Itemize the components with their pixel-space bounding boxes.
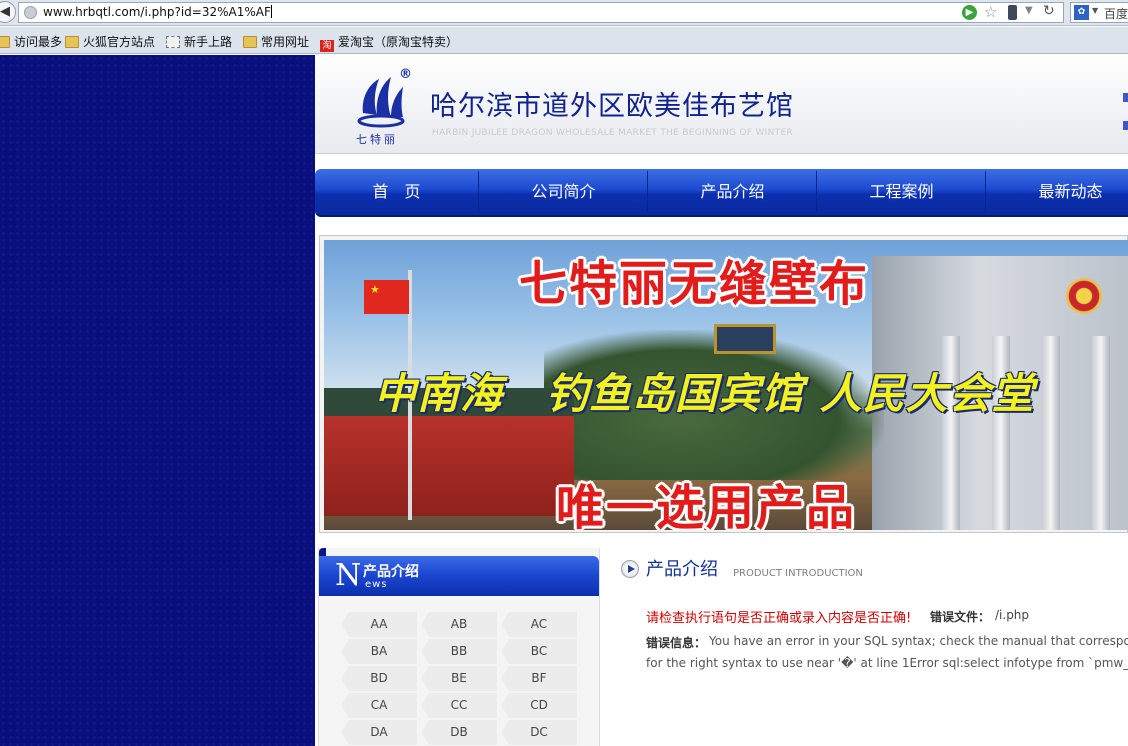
banner-slogan: 唯一选用产品 <box>556 480 857 530</box>
sidebar-title: 产品介绍 <box>363 564 419 580</box>
search-engine-name: 百度 <box>1104 7 1128 21</box>
play-bullet-icon <box>621 560 639 578</box>
error-file: /i.php <box>995 608 1030 622</box>
logo-brand-text: 七特丽 <box>356 133 398 146</box>
error-info-line2: for the right syntax to use near '�' at … <box>646 656 1128 670</box>
flag-icon: ★ <box>364 280 409 314</box>
nav-divider <box>647 171 648 213</box>
banner-frame: ★ 七特丽无缝壁布 中南海 钓鱼岛国宾馆 人民大会堂 唯一选用产品 <box>319 235 1128 533</box>
bookmark-star-icon[interactable]: ☆ <box>984 3 997 21</box>
url-text: www.hrbqtl.com/i.php?id=32%A1%AF <box>43 5 271 19</box>
logo-mark-icon <box>357 77 405 128</box>
banner-places: 中南海 钓鱼岛国宾馆 人民大会堂 <box>374 369 1035 418</box>
sidebar-header: N 产品介绍 ews <box>319 556 599 596</box>
nav-company-profile[interactable]: 公司简介 <box>480 169 647 215</box>
category-item[interactable]: AB <box>421 612 497 637</box>
red-pavilion <box>324 416 574 516</box>
bookmark-common-sites[interactable]: 常用网址 <box>243 33 309 49</box>
folder-icon <box>243 36 257 48</box>
category-item[interactable]: CD <box>501 693 577 718</box>
nav-home[interactable]: 首 页 <box>315 169 478 215</box>
site-logo[interactable]: ® 七特丽 <box>353 67 413 147</box>
nav-divider <box>816 171 817 213</box>
site-header: ® 七特丽 哈尔滨市道外区欧美佳布艺馆 HARBIN JUBILEE DRAGO… <box>315 55 1128 154</box>
category-item[interactable]: BF <box>501 666 577 691</box>
page-icon <box>166 36 180 48</box>
website: ® 七特丽 哈尔滨市道外区欧美佳布艺馆 HARBIN JUBILEE DRAGO… <box>315 55 1128 746</box>
category-item[interactable]: CC <box>421 693 497 718</box>
nav-cases[interactable]: 工程案例 <box>818 169 985 215</box>
nav-divider <box>985 171 986 213</box>
reload-icon[interactable]: ↻ <box>1043 3 1055 19</box>
error-info: You have an error in your SQL syntax; ch… <box>709 634 1128 648</box>
banner-headline: 七特丽无缝壁布 <box>519 256 870 312</box>
category-item[interactable]: DA <box>341 720 417 745</box>
category-item[interactable]: BE <box>421 666 497 691</box>
baidu-paw-icon[interactable]: ✿ <box>1074 5 1089 20</box>
history-dropdown-icon[interactable]: ▼ <box>1025 5 1033 16</box>
error-message: 请检查执行语句是否正确或录入内容是否正确! <box>646 611 912 626</box>
bookmarks-toolbar: 访问最多 火狐官方站点 新手上路 常用网址 淘爱淘宝（原淘宝特卖） <box>0 27 1128 54</box>
category-item[interactable]: BB <box>421 639 497 664</box>
registered-mark: ® <box>399 67 412 82</box>
go-icon[interactable]: ▶ <box>962 5 977 20</box>
bookmark-aitaobao[interactable]: 淘爱淘宝（原淘宝特卖） <box>320 33 458 52</box>
site-identity-icon[interactable] <box>24 6 37 19</box>
product-sidebar: N 产品介绍 ews AA AB AC BA BB BC BD BE BF CA… <box>318 548 600 746</box>
category-item[interactable]: BD <box>341 666 417 691</box>
content-title-en: PRODUCT INTRODUCTION <box>733 568 863 579</box>
category-item[interactable]: BA <box>341 639 417 664</box>
url-input[interactable]: www.hrbqtl.com/i.php?id=32%A1%AF ▶ ☆ ▼ ↻ <box>18 2 1064 23</box>
mobile-icon[interactable] <box>1008 5 1017 20</box>
category-item[interactable]: DB <box>421 720 497 745</box>
sidebar-subtitle: ews <box>365 579 388 590</box>
taobao-icon: 淘 <box>320 40 334 52</box>
category-item[interactable]: CA <box>341 693 417 718</box>
category-item[interactable]: AC <box>501 612 577 637</box>
search-input[interactable]: ✿ ▼ 百度 <box>1070 2 1128 23</box>
error-file-label: 错误文件： <box>930 610 991 624</box>
category-item[interactable]: AA <box>341 612 417 637</box>
site-subtitle: HARBIN JUBILEE DRAGON WHOLESALE MARKET T… <box>432 128 793 138</box>
back-button[interactable]: ◀ <box>0 1 16 23</box>
sidebar-letter: N <box>335 558 362 593</box>
search-engine-dropdown-icon[interactable]: ▼ <box>1092 6 1098 15</box>
category-item[interactable]: BC <box>501 639 577 664</box>
main-nav: 首 页 公司简介 产品介绍 工程案例 最新动态 <box>315 169 1128 217</box>
banner-image[interactable]: ★ 七特丽无缝壁布 中南海 钓鱼岛国宾馆 人民大会堂 唯一选用产品 <box>324 240 1128 530</box>
page-background <box>0 55 315 746</box>
content-title: 产品介绍 <box>646 559 718 580</box>
error-info-label: 错误信息： <box>646 636 707 650</box>
bookmark-getting-started[interactable]: 新手上路 <box>166 33 232 49</box>
header-link-icon[interactable] <box>1123 93 1128 102</box>
nav-products[interactable]: 产品介绍 <box>649 169 816 215</box>
nav-news[interactable]: 最新动态 <box>987 169 1128 215</box>
bookmark-most-visited[interactable]: 访问最多 <box>0 33 62 49</box>
category-item[interactable]: DC <box>501 720 577 745</box>
folder-icon <box>0 36 10 48</box>
nav-divider <box>478 171 479 213</box>
guesthouse-gate <box>714 324 776 354</box>
header-link-icon[interactable] <box>1123 121 1128 130</box>
bookmark-firefox-site[interactable]: 火狐官方站点 <box>65 33 155 49</box>
national-emblem-icon <box>1066 278 1102 314</box>
folder-icon <box>65 36 79 48</box>
site-title: 哈尔滨市道外区欧美佳布艺馆 <box>430 91 794 122</box>
browser-address-bar: ◀ www.hrbqtl.com/i.php?id=32%A1%AF ▶ ☆ ▼… <box>0 0 1128 26</box>
